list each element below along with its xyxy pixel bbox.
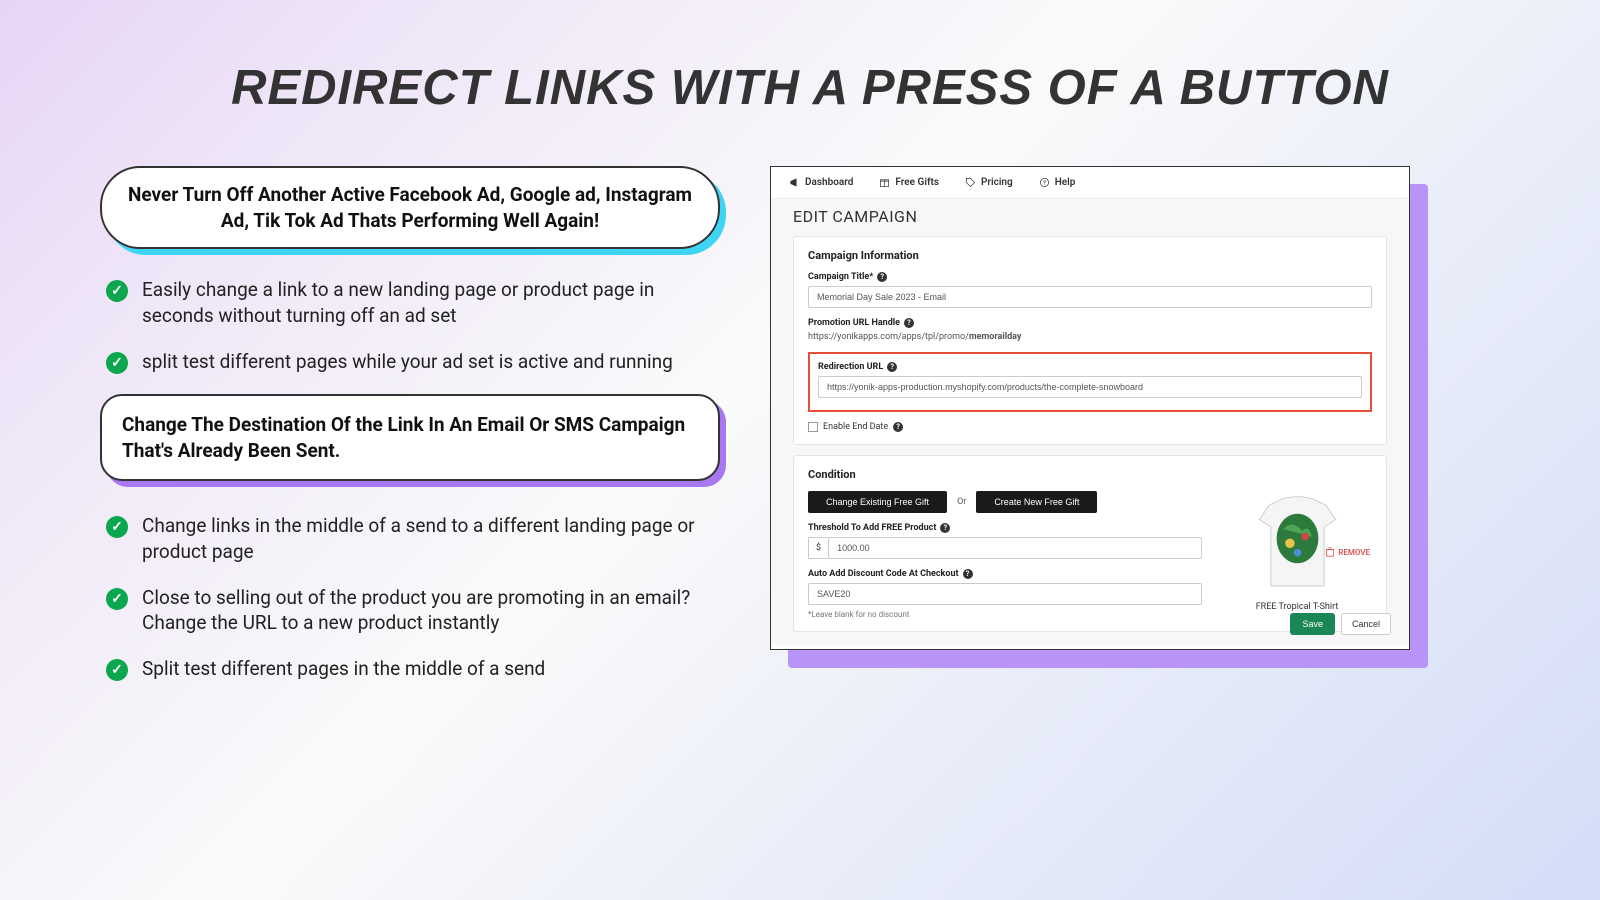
nav-pricing[interactable]: Pricing: [965, 177, 1013, 188]
promo-url-label: Promotion URL Handle?: [808, 318, 1372, 328]
trash-icon: [1325, 547, 1335, 557]
help-icon: ?: [1039, 177, 1050, 188]
callout-secondary: Change The Destination Of the Link In An…: [100, 394, 720, 481]
gift-icon: [879, 177, 890, 188]
callout-primary-text: Never Turn Off Another Active Facebook A…: [100, 166, 720, 249]
callout-primary: Never Turn Off Another Active Facebook A…: [100, 166, 720, 249]
discount-input[interactable]: [808, 583, 1202, 605]
page-title: REDIRECT LINKS WITH A PRESS OF A BUTTON: [100, 60, 1520, 116]
marketing-left-column: Never Turn Off Another Active Facebook A…: [100, 166, 720, 702]
app-nav: Dashboard Free Gifts Pricing ?Help: [771, 167, 1409, 199]
app-screenshot-column: Dashboard Free Gifts Pricing ?Help EDIT …: [770, 166, 1410, 702]
bullet-item: ✓ Change links in the middle of a send t…: [100, 513, 720, 564]
checkmark-icon: ✓: [106, 352, 128, 374]
checkmark-icon: ✓: [106, 516, 128, 538]
tag-icon: [965, 177, 976, 188]
nav-free-gifts[interactable]: Free Gifts: [879, 177, 939, 188]
campaign-title-input[interactable]: [808, 286, 1372, 308]
redirect-highlight-box: Redirection URL?: [808, 352, 1372, 412]
bullet-text: split test different pages while your ad…: [142, 349, 673, 375]
tooltip-icon[interactable]: ?: [963, 569, 973, 579]
app-page-title: EDIT CAMPAIGN: [793, 207, 1387, 226]
product-name: FREE Tropical T-Shirt: [1222, 602, 1372, 612]
save-button[interactable]: Save: [1290, 613, 1335, 635]
currency-prefix: $: [808, 537, 828, 559]
bullet-item: ✓ Split test different pages in the midd…: [100, 656, 720, 682]
tooltip-icon[interactable]: ?: [893, 422, 903, 432]
megaphone-icon: [789, 177, 800, 188]
section-heading: Campaign Information: [808, 249, 1372, 262]
threshold-input[interactable]: [828, 537, 1202, 559]
tooltip-icon[interactable]: ?: [877, 272, 887, 282]
tooltip-icon[interactable]: ?: [904, 318, 914, 328]
threshold-label: Threshold To Add FREE Product?: [808, 523, 1202, 533]
app-screenshot: Dashboard Free Gifts Pricing ?Help EDIT …: [770, 166, 1410, 650]
create-gift-button[interactable]: Create New Free Gift: [976, 491, 1097, 513]
tooltip-icon[interactable]: ?: [887, 362, 897, 372]
checkmark-icon: ✓: [106, 588, 128, 610]
redirect-url-label: Redirection URL?: [818, 362, 1362, 372]
bullet-item: ✓ Easily change a link to a new landing …: [100, 277, 720, 328]
bullet-text: Change links in the middle of a send to …: [142, 513, 720, 564]
bullet-text: Close to selling out of the product you …: [142, 585, 720, 636]
tshirt-image: [1250, 491, 1345, 596]
enable-end-date-row[interactable]: Enable End Date ?: [808, 422, 1372, 432]
tooltip-icon[interactable]: ?: [940, 523, 950, 533]
section-heading: Condition: [808, 468, 1372, 481]
promo-url-value: https://yonikapps.com/apps/tpl/promo/mem…: [808, 332, 1372, 342]
discount-hint: *Leave blank for no discount: [808, 610, 1202, 619]
nav-dashboard[interactable]: Dashboard: [789, 177, 853, 188]
checkmark-icon: ✓: [106, 280, 128, 302]
bullet-item: ✓ Close to selling out of the product yo…: [100, 585, 720, 636]
bullet-text: Split test different pages in the middle…: [142, 656, 545, 682]
campaign-info-card: Campaign Information Campaign Title*? Pr…: [793, 236, 1387, 445]
condition-card: Condition Change Existing Free Gift Or C…: [793, 455, 1387, 632]
campaign-title-label: Campaign Title*?: [808, 272, 1372, 282]
or-text: Or: [957, 497, 966, 507]
redirect-url-input[interactable]: [818, 376, 1362, 398]
svg-text:?: ?: [1043, 181, 1046, 187]
remove-button[interactable]: REMOVE: [1325, 547, 1370, 557]
discount-label: Auto Add Discount Code At Checkout?: [808, 569, 1202, 579]
checkbox-icon[interactable]: [808, 422, 818, 432]
bullet-text: Easily change a link to a new landing pa…: [142, 277, 720, 328]
change-gift-button[interactable]: Change Existing Free Gift: [808, 491, 947, 513]
cancel-button[interactable]: Cancel: [1341, 613, 1391, 635]
nav-help[interactable]: ?Help: [1039, 177, 1076, 188]
bullet-item: ✓ split test different pages while your …: [100, 349, 720, 375]
callout-secondary-text: Change The Destination Of the Link In An…: [100, 394, 720, 481]
checkmark-icon: ✓: [106, 659, 128, 681]
